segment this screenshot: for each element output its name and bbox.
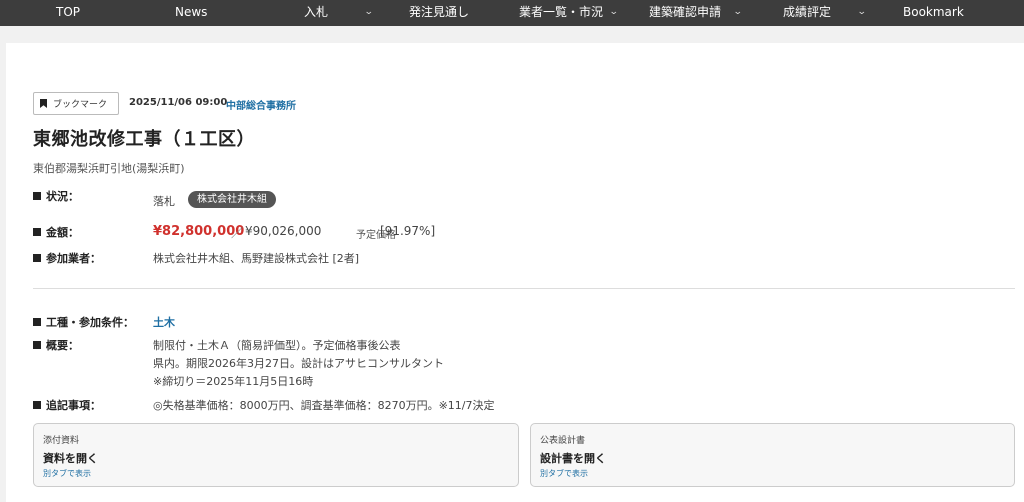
open-attachment-link[interactable]: 資料を開く xyxy=(43,450,98,466)
open-design-document-link[interactable]: 設計書を開く xyxy=(540,450,606,466)
attachment-heading: 添付資料 xyxy=(43,436,80,446)
chevron-down-icon[interactable]: ⌄ xyxy=(364,0,374,26)
open-in-new-tab-note: 別タブで表示 xyxy=(43,469,91,478)
nav-building-confirmation[interactable]: 建築確認申請 xyxy=(649,0,721,26)
nav-news[interactable]: News xyxy=(175,0,207,26)
award-ratio: [91.97%] xyxy=(380,224,436,238)
notes-value: ◎失格基準価格：8000万円、調査基準価格：8270万円。※11/7決定 xyxy=(153,399,495,412)
nav-order-forecast[interactable]: 発注見通し xyxy=(409,0,469,26)
participants-value: 株式会社井木組、馬野建設株式会社 [2者] xyxy=(153,252,360,265)
chevron-down-icon[interactable]: ⌄ xyxy=(733,0,743,26)
bullet-square-icon xyxy=(33,228,41,236)
status-value: 落札 xyxy=(153,195,175,208)
bullet-square-icon xyxy=(33,254,41,262)
summary-label: 概要： xyxy=(33,337,79,353)
nav-bookmark[interactable]: Bookmark xyxy=(903,0,964,26)
top-navigation: TOP News 入札 ⌄ 発注見通し 業者一覧・市況 ⌄ 建築確認申請 ⌄ 成… xyxy=(0,0,1024,26)
bullet-square-icon xyxy=(33,401,41,409)
attachment-box[interactable]: 添付資料 資料を開く 別タブで表示 xyxy=(33,423,519,487)
announcement-date: 2025/11/06 09:00 xyxy=(129,97,228,108)
amount-separator: ／ xyxy=(231,226,244,240)
summary-line: 県内。期限2026年3月27日。設計はアサヒコンサルタント xyxy=(153,357,444,370)
bookmark-icon xyxy=(40,99,47,108)
summary-line: 制限付・土木Ａ（簡易評価型）。予定価格事後公表 xyxy=(153,339,401,352)
project-location: 東伯郡湯梨浜町引地(湯梨浜町) xyxy=(33,162,185,175)
amount-label: 金額： xyxy=(33,224,79,240)
work-type-label: 工種・参加条件： xyxy=(33,314,134,330)
page-title: 東郷池改修工事（１工区） xyxy=(33,129,255,150)
estimated-price: ¥90,026,000 xyxy=(245,224,322,238)
status-label: 状況： xyxy=(33,188,79,204)
design-document-heading: 公表設計書 xyxy=(540,436,586,446)
nav-performance-rating[interactable]: 成績評定 xyxy=(783,0,831,26)
notes-label: 追記事項： xyxy=(33,397,101,413)
chevron-down-icon[interactable]: ⌄ xyxy=(609,0,619,26)
bookmark-button-label: ブックマーク xyxy=(53,100,108,110)
office-link[interactable]: 中部総合事務所 xyxy=(226,97,296,112)
bullet-square-icon xyxy=(33,192,41,200)
summary-line: ※締切り＝2025年11月5日16時 xyxy=(153,375,314,388)
chevron-down-icon[interactable]: ⌄ xyxy=(857,0,867,26)
bullet-square-icon xyxy=(33,318,41,326)
winner-badge[interactable]: 株式会社井木組 xyxy=(188,191,276,208)
bookmark-button[interactable]: ブックマーク xyxy=(33,92,119,115)
section-divider xyxy=(33,288,1015,289)
nav-bids[interactable]: 入札 xyxy=(304,0,328,26)
nav-top[interactable]: TOP xyxy=(56,0,80,26)
bullet-square-icon xyxy=(33,341,41,349)
open-in-new-tab-note: 別タブで表示 xyxy=(540,469,588,478)
design-document-box[interactable]: 公表設計書 設計書を開く 別タブで表示 xyxy=(530,423,1015,487)
nav-contractor-list[interactable]: 業者一覧・市況 xyxy=(519,0,603,26)
participants-label: 参加業者： xyxy=(33,250,101,266)
work-type-link[interactable]: 土木 xyxy=(153,314,175,330)
